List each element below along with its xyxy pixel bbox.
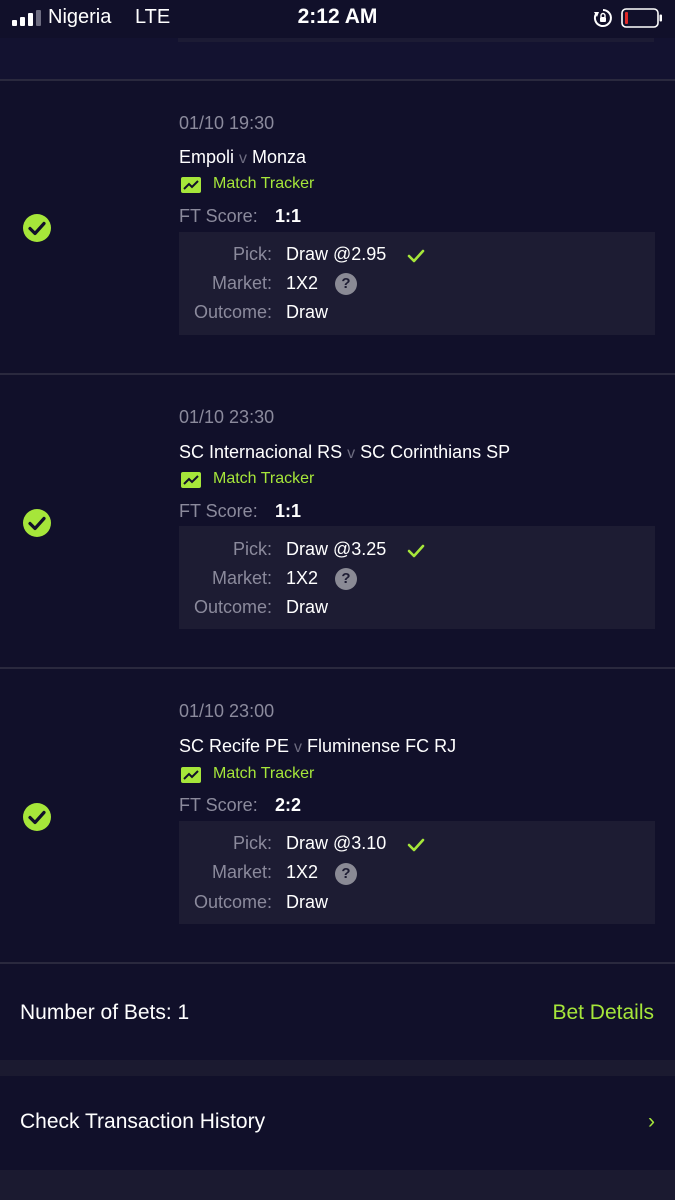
outcome-value: Draw	[286, 892, 329, 912]
ft-score-value: 1:1	[275, 501, 302, 521]
away-team: Fluminense FC RJ	[307, 736, 457, 756]
market-value: 1X2	[286, 273, 319, 293]
match-date: 01/10 23:30	[179, 407, 275, 427]
bet-selection-card: 01/10 19:30 Empoli v Monza Match Tracker F…	[0, 81, 675, 373]
ft-score-value: 1:1	[275, 206, 302, 226]
section-separator	[0, 1170, 675, 1200]
question-icon[interactable]: ?	[335, 273, 357, 295]
bet-summary-row: Number of Bets: 1 Bet Details	[0, 964, 675, 1060]
market-label: Market:	[211, 273, 272, 293]
status-bar: Nigeria LTE 2:12 AM	[0, 0, 675, 38]
check-mark-icon	[407, 544, 425, 558]
versus-label: v	[347, 445, 356, 462]
home-team: SC Recife PE	[179, 736, 290, 756]
away-team: SC Corinthians SP	[360, 442, 511, 462]
question-icon[interactable]: ?	[335, 568, 357, 590]
previous-item-edge	[0, 38, 675, 80]
question-icon[interactable]: ?	[335, 863, 357, 885]
pick-label: Pick:	[232, 833, 272, 853]
pick-details: Pick: Draw @3.10 Market: 1X2 ? Outcome: …	[179, 821, 655, 924]
check-circle-icon	[23, 803, 51, 831]
check-circle-icon	[23, 214, 51, 242]
orientation-lock-icon	[593, 9, 612, 27]
chart-trend-icon	[181, 767, 201, 783]
bet-selection-card: 01/10 23:00 SC Recife PE v Fluminense FC R…	[0, 669, 675, 961]
outcome-value: Draw	[286, 302, 329, 322]
outcome-label: Outcome:	[193, 597, 272, 617]
pick-label: Pick:	[232, 244, 272, 264]
match-tracker-label: Match Tracker	[213, 470, 315, 487]
pick-value: Draw @3.25	[286, 539, 387, 559]
match-teams: SC Recife PE v Fluminense FC RJ	[179, 736, 456, 757]
pick-value: Draw @3.10	[286, 833, 387, 853]
pick-details: Pick: Draw @2.95 Market: 1X2 ? Outcome: …	[179, 232, 655, 335]
chart-trend-icon	[181, 177, 201, 193]
section-separator	[0, 1060, 675, 1076]
ft-score-value: 2:2	[275, 795, 302, 815]
transaction-history-label: Check Transaction History	[20, 1110, 266, 1133]
chevron-right-icon: ›	[648, 1110, 655, 1133]
outcome-label: Outcome:	[193, 302, 272, 322]
ft-score-label: FT Score:	[179, 206, 258, 226]
check-mark-icon	[407, 249, 425, 263]
match-teams: Empoli v Monza	[179, 147, 306, 168]
number-of-bets: Number of Bets: 1	[20, 1001, 190, 1024]
versus-label: v	[294, 739, 303, 756]
match-tracker-label: Match Tracker	[213, 765, 315, 782]
outcome-value: Draw	[286, 597, 329, 617]
pick-details: Pick: Draw @3.25 Market: 1X2 ? Outcome: …	[179, 526, 655, 629]
market-label: Market:	[211, 568, 272, 588]
status-time: 2:12 AM	[297, 5, 378, 28]
away-team: Monza	[252, 147, 307, 167]
match-date: 01/10 23:00	[179, 701, 275, 721]
match-tracker-label: Match Tracker	[213, 175, 315, 192]
check-mark-icon	[407, 838, 425, 852]
check-transaction-history-row[interactable]: Check Transaction History ›	[0, 1076, 675, 1170]
versus-label: v	[239, 150, 248, 167]
pick-value: Draw @2.95	[286, 244, 387, 264]
outcome-label: Outcome:	[193, 892, 272, 912]
market-label: Market:	[211, 862, 272, 882]
home-team: SC Internacional RS	[179, 442, 343, 462]
market-value: 1X2	[286, 568, 319, 588]
ft-score-label: FT Score:	[179, 501, 258, 521]
pick-label: Pick:	[232, 539, 272, 559]
home-team: Empoli	[179, 147, 235, 167]
match-teams: SC Internacional RS v SC Corinthians SP	[179, 442, 510, 463]
check-circle-icon	[23, 509, 51, 537]
battery-icon	[621, 8, 662, 28]
market-value: 1X2	[286, 862, 319, 882]
bet-selection-card: 01/10 23:30 SC Internacional RS v SC Corin…	[0, 375, 675, 667]
bet-details-link[interactable]: Bet Details	[552, 1001, 654, 1025]
chart-trend-icon	[181, 472, 201, 488]
match-date: 01/10 19:30	[179, 113, 275, 133]
ft-score-label: FT Score:	[179, 795, 258, 815]
